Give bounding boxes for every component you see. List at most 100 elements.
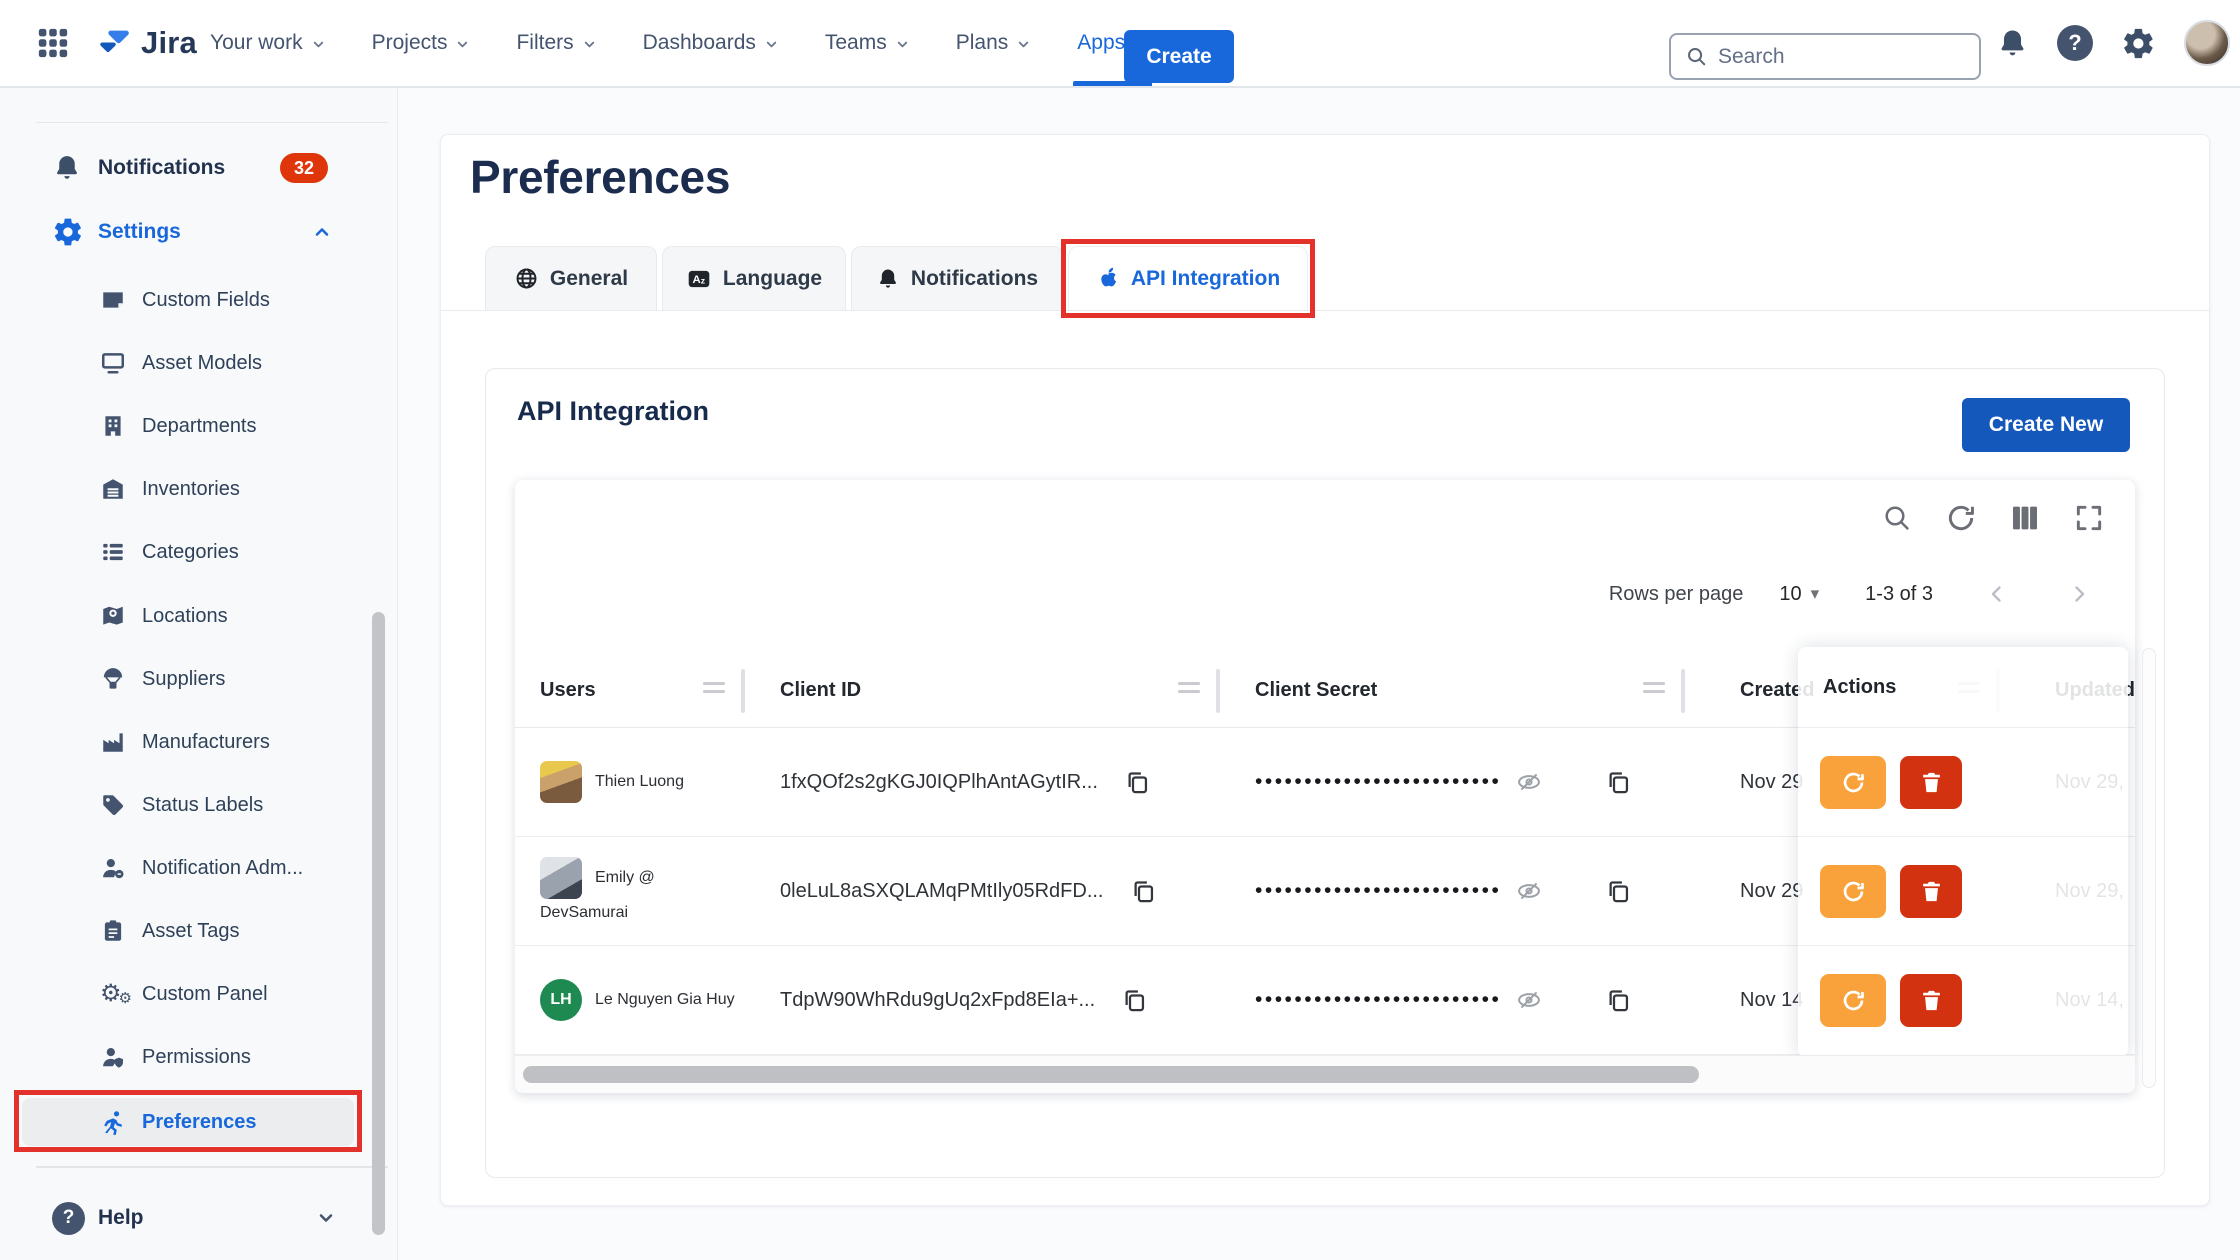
menu-projects[interactable]: Projects: [372, 0, 471, 86]
create-new-button[interactable]: Create New: [1962, 398, 2130, 452]
translate-icon: Az: [686, 266, 712, 292]
sidebar-item-settings[interactable]: Settings: [0, 204, 398, 260]
previous-page-icon[interactable]: [1985, 582, 2009, 606]
jira-logo[interactable]: Jira: [94, 24, 197, 62]
next-page-icon[interactable]: [2067, 582, 2091, 606]
tag-icon: [100, 792, 126, 818]
column-header-client-id[interactable]: Client ID: [745, 653, 1220, 727]
pagination-range: 1-3 of 3: [1865, 583, 1933, 606]
settings-gear-icon[interactable]: [2121, 26, 2156, 61]
rows-per-page-select[interactable]: 10 ▾: [1779, 583, 1819, 606]
regenerate-token-button[interactable]: [1820, 974, 1886, 1027]
menu-dashboards[interactable]: Dashboards: [643, 0, 779, 86]
column-resize-handle[interactable]: [1643, 682, 1665, 693]
table-columns-icon[interactable]: [2009, 502, 2041, 534]
sidebar-item-preferences[interactable]: Preferences: [0, 1094, 398, 1150]
menu-filters[interactable]: Filters: [516, 0, 596, 86]
map-pin-icon: [100, 603, 126, 629]
copy-icon[interactable]: [1605, 769, 1632, 796]
sidebar-item-help[interactable]: Help: [0, 1190, 398, 1246]
regenerate-token-button[interactable]: [1820, 865, 1886, 918]
user-avatar[interactable]: [2184, 20, 2230, 66]
global-search[interactable]: [1669, 33, 1981, 80]
sidebar-bottom-divider: [36, 1166, 388, 1168]
sidebar-item-custom-fields[interactable]: Custom Fields: [0, 272, 398, 328]
tab-language[interactable]: Az Language: [662, 246, 846, 310]
delete-token-button[interactable]: [1900, 974, 1962, 1027]
sidebar-item-categories[interactable]: Categories: [0, 524, 398, 580]
regenerate-token-button[interactable]: [1820, 756, 1886, 809]
sidebar-item-manufacturers[interactable]: Manufacturers: [0, 714, 398, 770]
client-id-cell: 1fxQOf2s2gKGJ0IQPlhAntAGytIR...: [745, 728, 1220, 836]
client-id-cell: TdpW90WhRdu9gUq2xFpd8EIa+...: [745, 946, 1220, 1054]
sidebar-item-asset-tags[interactable]: Asset Tags: [0, 903, 398, 959]
pagination-row: Rows per page 10 ▾ 1-3 of 3: [1609, 582, 2091, 606]
top-navigation: Jira Your work Projects Filters Dashboar…: [0, 0, 2240, 88]
horizontal-scrollbar-thumb[interactable]: [523, 1066, 1699, 1083]
column-resize-handle[interactable]: [703, 682, 725, 693]
sidebar-item-suppliers[interactable]: Suppliers: [0, 651, 398, 707]
chevron-down-icon: [1016, 37, 1031, 52]
copy-icon[interactable]: [1605, 878, 1632, 905]
table-refresh-icon[interactable]: [1945, 502, 1977, 534]
sidebar-scrollbar[interactable]: [372, 612, 385, 1235]
search-input[interactable]: [1718, 45, 1948, 69]
rows-per-page-label: Rows per page: [1609, 583, 1744, 606]
sidebar-item-inventories[interactable]: Inventories: [0, 461, 398, 517]
dropdown-caret-icon: ▾: [1811, 584, 1820, 604]
bell-icon: [52, 153, 82, 183]
chevron-up-icon: [312, 222, 332, 242]
client-secret-cell: •••••••••••••••••••••••••: [1220, 837, 1685, 945]
tab-general[interactable]: General: [485, 246, 657, 310]
eye-slash-icon[interactable]: [1515, 768, 1543, 796]
chevron-down-icon: [764, 37, 779, 52]
table-search-icon[interactable]: [1881, 502, 1913, 534]
sidebar-item-locations[interactable]: Locations: [0, 588, 398, 644]
vertical-scrollbar-track[interactable]: [2142, 648, 2156, 1088]
notifications-bell-icon[interactable]: [1996, 27, 2029, 60]
menu-teams[interactable]: Teams: [825, 0, 910, 86]
column-header-users[interactable]: Users: [515, 653, 745, 727]
app-switcher-icon[interactable]: [34, 24, 72, 62]
notifications-badge: 32: [280, 153, 328, 183]
actions-row: [1798, 946, 2128, 1055]
menu-your-work[interactable]: Your work: [210, 0, 326, 86]
copy-icon[interactable]: [1605, 987, 1632, 1014]
copy-icon[interactable]: [1121, 987, 1148, 1014]
help-circle-icon: [52, 1202, 85, 1235]
sidebar-item-notification-admin[interactable]: Notification Adm...: [0, 840, 398, 896]
menu-plans[interactable]: Plans: [956, 0, 1032, 86]
avatar: LH: [540, 979, 582, 1021]
delete-token-button[interactable]: [1900, 756, 1962, 809]
table-fullscreen-icon[interactable]: [2073, 502, 2105, 534]
sidebar-item-custom-panel[interactable]: ⚙⚙ Custom Panel: [0, 966, 398, 1022]
client-secret-cell: •••••••••••••••••••••••••: [1220, 728, 1685, 836]
copy-icon[interactable]: [1130, 878, 1157, 905]
sidebar-item-status-labels[interactable]: Status Labels: [0, 777, 398, 833]
sidebar: Notifications 32 Settings Custom Fields …: [0, 88, 398, 1260]
monitor-icon: [100, 350, 126, 376]
sidebar-item-asset-models[interactable]: Asset Models: [0, 335, 398, 391]
svg-text:A: A: [692, 274, 700, 286]
copy-icon[interactable]: [1124, 769, 1151, 796]
column-resize-handle[interactable]: [1178, 682, 1200, 693]
sidebar-item-permissions[interactable]: Permissions: [0, 1029, 398, 1085]
list-icon: [100, 539, 126, 565]
tab-api-integration[interactable]: API Integration: [1068, 246, 1308, 310]
chevron-down-icon: [455, 37, 470, 52]
column-header-client-secret[interactable]: Client Secret: [1220, 653, 1685, 727]
help-icon[interactable]: [2057, 25, 2093, 61]
tab-notifications[interactable]: Notifications: [851, 246, 1063, 310]
avatar: [540, 761, 582, 803]
factory-icon: [100, 729, 126, 755]
eye-slash-icon[interactable]: [1515, 986, 1543, 1014]
sidebar-item-departments[interactable]: Departments: [0, 398, 398, 454]
svg-text:z: z: [701, 275, 706, 285]
delete-token-button[interactable]: [1900, 865, 1962, 918]
sidebar-item-notifications[interactable]: Notifications 32: [0, 140, 398, 196]
eye-slash-icon[interactable]: [1515, 877, 1543, 905]
runner-icon: [100, 1109, 127, 1136]
person-bell-icon: [100, 855, 126, 881]
create-button[interactable]: Create: [1124, 30, 1234, 83]
actions-row: [1798, 837, 2128, 946]
